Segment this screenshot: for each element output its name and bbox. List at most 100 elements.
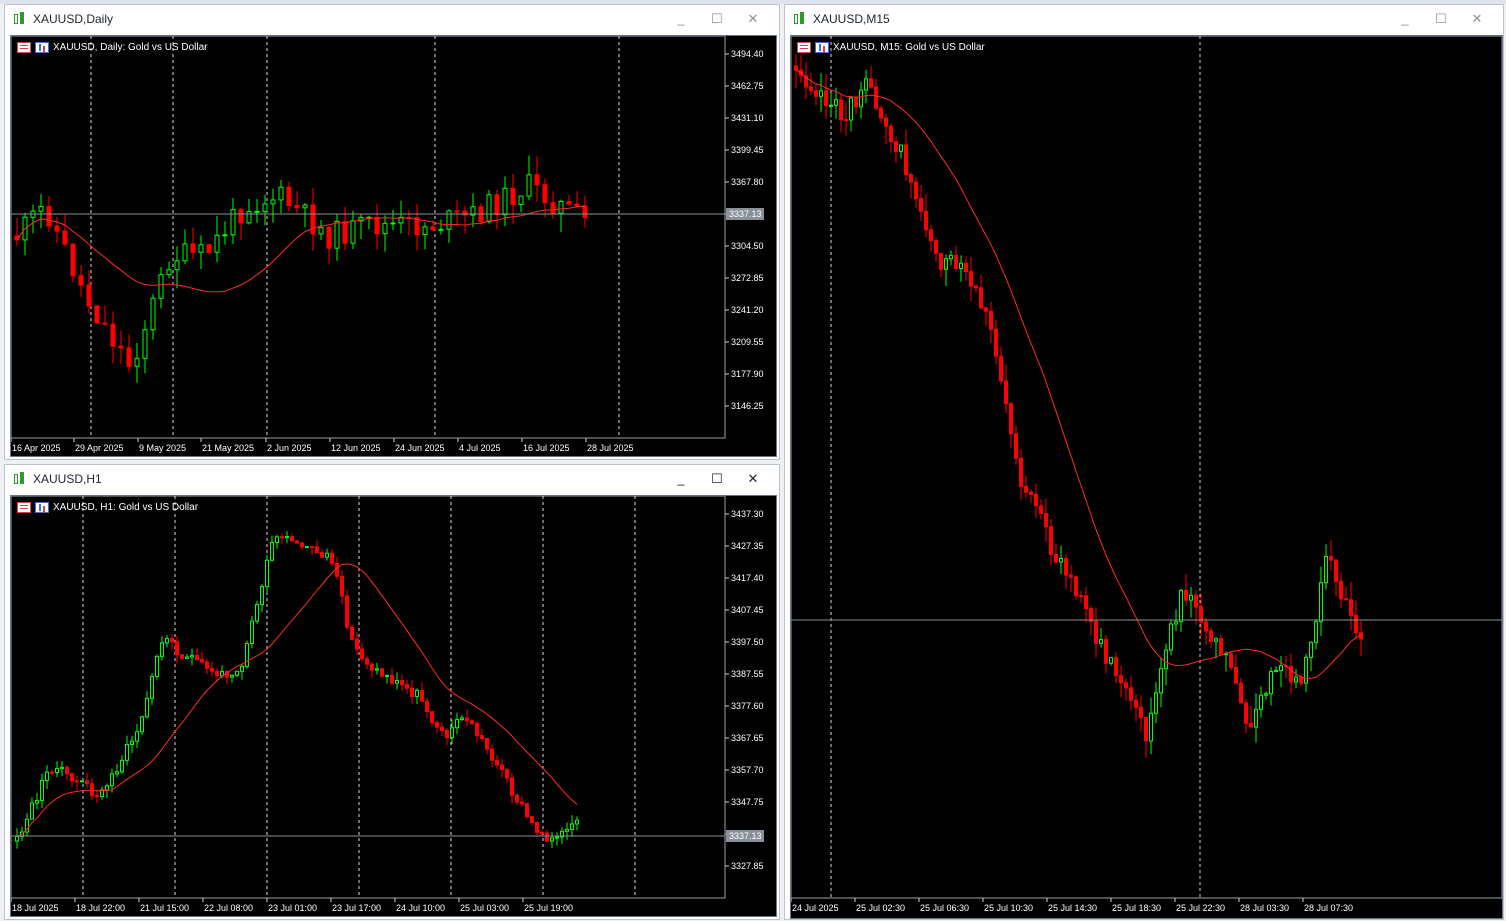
candlestick-icon bbox=[793, 12, 807, 26]
candle-body bbox=[959, 262, 963, 270]
chart-h1-canvas[interactable]: 3437.30 3427.35 3417.40 3407.45 3397.50 3387.… bbox=[11, 496, 776, 916]
candle-body bbox=[1314, 621, 1318, 643]
candle-body bbox=[1149, 712, 1153, 742]
candle-body bbox=[435, 722, 439, 728]
candle-body bbox=[318, 226, 324, 235]
plot-frame bbox=[11, 496, 726, 899]
candle-body bbox=[1274, 670, 1278, 673]
maximize-button[interactable]: ☐ bbox=[699, 11, 735, 27]
price-tick-label: 3241.20 bbox=[731, 305, 764, 315]
candle-body bbox=[485, 738, 489, 750]
candle-body bbox=[1239, 682, 1243, 704]
chart-daily-canvas[interactable]: 3494.403462.753431.103399.453367.803336.… bbox=[11, 36, 776, 456]
candle-body bbox=[919, 198, 923, 212]
candle-body bbox=[1344, 598, 1348, 601]
candle-body bbox=[65, 766, 69, 775]
candle-body bbox=[390, 222, 396, 225]
candle-body bbox=[55, 768, 59, 773]
window-h1-titlebar[interactable]: XAUUSD,H1 _ ☐ ✕ bbox=[5, 465, 779, 493]
chart-properties-icon[interactable] bbox=[17, 501, 31, 513]
candle-body bbox=[46, 205, 52, 227]
candle-body bbox=[365, 658, 369, 665]
close-button[interactable]: ✕ bbox=[735, 11, 771, 27]
candle-body bbox=[1349, 599, 1353, 616]
candle-body bbox=[320, 552, 324, 558]
minimize-button[interactable]: _ bbox=[663, 11, 699, 27]
candle-body bbox=[854, 97, 858, 108]
candle-body bbox=[494, 194, 500, 216]
candle-body bbox=[160, 642, 164, 657]
candle-body bbox=[355, 638, 359, 650]
time-tick-label: 16 Apr 2025 bbox=[12, 443, 61, 453]
chart-properties-icon[interactable] bbox=[17, 41, 31, 53]
chart-m15[interactable]: 24 Jul 2025 25 Jul 02:30 25 Jul 06:30 25 Ju… bbox=[790, 35, 1503, 919]
chart-properties-icon[interactable] bbox=[797, 41, 811, 53]
chart-label: XAUUSD, Daily: Gold vs US Dollar bbox=[53, 41, 208, 53]
chart-daily[interactable]: 3494.403462.753431.103399.453367.803336.… bbox=[10, 35, 777, 457]
candle-body bbox=[190, 654, 194, 658]
candle-body bbox=[142, 329, 148, 359]
candle-body bbox=[205, 661, 209, 669]
window-m15[interactable]: XAUUSD,M15 _ ☐ ✕ 24 Jul 2025 25 Jul 02:30… bbox=[784, 4, 1504, 920]
candle-body bbox=[1079, 595, 1083, 598]
window-daily[interactable]: XAUUSD,Daily _ ☐ ✕ 3494.40 3462.75 3431.10… bbox=[4, 4, 780, 460]
candle-body bbox=[295, 540, 299, 544]
minimize-button[interactable]: _ bbox=[663, 471, 699, 487]
candle-body bbox=[530, 816, 534, 824]
window-daily-titlebar[interactable]: XAUUSD,Daily _ ☐ ✕ bbox=[5, 5, 779, 33]
candle-body bbox=[582, 205, 588, 219]
candle-body bbox=[1094, 620, 1098, 644]
candle-body bbox=[60, 766, 64, 770]
candle-body bbox=[414, 217, 420, 236]
chart-type-icon[interactable] bbox=[35, 501, 49, 513]
candle-body bbox=[145, 697, 149, 718]
candle-body bbox=[1164, 649, 1168, 670]
candle-body bbox=[486, 194, 492, 223]
candle-body bbox=[374, 216, 380, 235]
candle-body bbox=[844, 119, 848, 122]
candle-body bbox=[1229, 653, 1233, 669]
candle-body bbox=[884, 117, 888, 127]
candle-body bbox=[370, 663, 374, 671]
price-tick-label: 3407.45 bbox=[731, 605, 764, 615]
candle-body bbox=[110, 773, 114, 787]
candle-body bbox=[310, 204, 316, 235]
candle-body bbox=[86, 284, 92, 307]
candle-body bbox=[130, 740, 134, 745]
window-h1[interactable]: XAUUSD,H1 _ ☐ ✕ 3437.30 3427.35 3417.40 340… bbox=[4, 464, 780, 920]
chart-type-icon[interactable] bbox=[35, 41, 49, 53]
candle-body bbox=[50, 771, 54, 774]
maximize-button[interactable]: ☐ bbox=[1423, 11, 1459, 27]
candle-body bbox=[814, 90, 818, 97]
close-button[interactable]: ✕ bbox=[1459, 11, 1495, 27]
candle-body bbox=[505, 768, 509, 779]
candle-body bbox=[222, 234, 228, 237]
candle-body bbox=[195, 654, 199, 660]
time-tick-label: 22 Jul 08:00 bbox=[204, 903, 253, 913]
maximize-button[interactable]: ☐ bbox=[699, 471, 735, 487]
candle-body bbox=[155, 655, 159, 678]
candle-body bbox=[545, 832, 549, 842]
price-tick-label: 3209.55 bbox=[731, 337, 764, 347]
candle-body bbox=[174, 260, 180, 271]
candle-body bbox=[1299, 676, 1303, 684]
chart-m15-canvas[interactable]: 24 Jul 2025 25 Jul 02:30 25 Jul 06:30 25 Ju… bbox=[791, 36, 1502, 918]
time-tick-label: 4 Jul 2025 bbox=[459, 443, 501, 453]
candle-body bbox=[134, 357, 140, 367]
time-tick-label: 24 Jun 2025 bbox=[395, 443, 445, 453]
minimize-button[interactable]: _ bbox=[1387, 11, 1423, 27]
close-button[interactable]: ✕ bbox=[735, 471, 771, 487]
window-m15-titlebar[interactable]: XAUUSD,M15 _ ☐ ✕ bbox=[785, 5, 1503, 33]
chart-type-icon[interactable] bbox=[815, 41, 829, 53]
time-tick-label: 24 Jul 2025 bbox=[792, 903, 839, 913]
candle-body bbox=[510, 777, 514, 796]
time-tick-label: 12 Jun 2025 bbox=[331, 443, 381, 453]
candle-body bbox=[540, 832, 544, 835]
chart-h1[interactable]: 3437.30 3427.35 3417.40 3407.45 3397.50 3387.… bbox=[10, 495, 777, 917]
candle-body bbox=[395, 680, 399, 684]
candle-body bbox=[1104, 639, 1108, 664]
candle-body bbox=[125, 743, 129, 761]
candle-body bbox=[110, 323, 116, 347]
candle-body bbox=[290, 536, 294, 542]
candle-body bbox=[1064, 557, 1068, 576]
